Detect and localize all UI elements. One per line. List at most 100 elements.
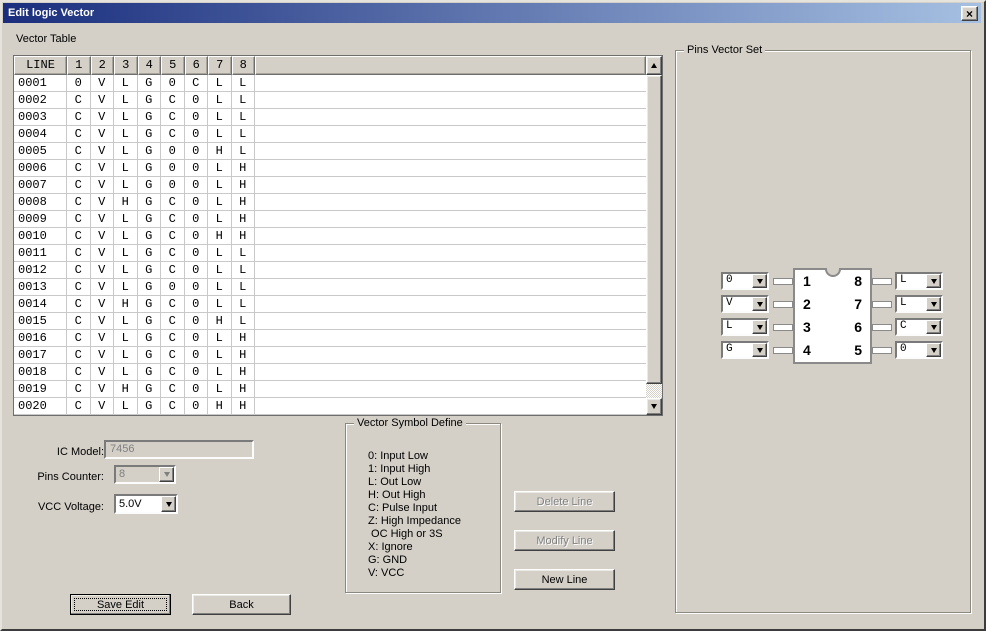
- line-number-cell: 0002: [14, 92, 67, 108]
- table-row[interactable]: 0011CVLGC0LL: [14, 245, 646, 262]
- arrow-up-icon: [651, 63, 657, 68]
- pins-counter-dropdown[interactable]: 8: [114, 465, 176, 484]
- column-header-2[interactable]: 2: [91, 56, 115, 75]
- vector-table-label: Vector Table: [16, 33, 76, 45]
- vector-cell: G: [138, 143, 162, 159]
- new-line-button[interactable]: New Line: [514, 569, 615, 590]
- table-row[interactable]: 00010VLG0CLL: [14, 75, 646, 92]
- dropdown-arrow-button[interactable]: [752, 297, 767, 311]
- line-number-cell: 0006: [14, 160, 67, 176]
- vector-cell: G: [138, 177, 162, 193]
- dropdown-arrow-button[interactable]: [752, 320, 767, 334]
- pin-value: L: [900, 274, 926, 288]
- table-row[interactable]: 0004CVLGC0LL: [14, 126, 646, 143]
- table-row[interactable]: 0014CVHGC0LL: [14, 296, 646, 313]
- dropdown-arrow-button[interactable]: [159, 467, 174, 482]
- save-edit-button[interactable]: Save Edit: [70, 594, 171, 615]
- scrollbar-thumb[interactable]: [646, 75, 662, 384]
- pin-number: 6: [854, 318, 862, 336]
- vector-cell: H: [232, 160, 256, 176]
- vector-cell: C: [161, 364, 185, 380]
- vector-cell: L: [114, 262, 138, 278]
- vector-cell: G: [138, 75, 162, 91]
- pin-8-dropdown[interactable]: L: [895, 272, 943, 290]
- vector-cell: L: [114, 177, 138, 193]
- vector-cell: H: [232, 398, 256, 414]
- pins-vector-set-group: Pins Vector Set 18273645 0LVLLCG0: [675, 50, 971, 613]
- dropdown-arrow-button[interactable]: [161, 496, 176, 512]
- table-row[interactable]: 0006CVLG00LH: [14, 160, 646, 177]
- row-filler: [255, 143, 646, 159]
- column-header-3[interactable]: 3: [114, 56, 138, 75]
- row-filler: [255, 296, 646, 312]
- vector-cell: H: [232, 228, 256, 244]
- table-row[interactable]: 0020CVLGC0HH: [14, 398, 646, 415]
- table-row[interactable]: 0005CVLG00HL: [14, 143, 646, 160]
- title-bar: Edit logic Vector ×: [3, 3, 981, 23]
- column-header-LINE[interactable]: LINE: [14, 56, 67, 75]
- table-row[interactable]: 0010CVLGC0HH: [14, 228, 646, 245]
- table-row[interactable]: 0003CVLGC0LL: [14, 109, 646, 126]
- dropdown-arrow-button[interactable]: [752, 343, 767, 357]
- table-row[interactable]: 0016CVLGC0LH: [14, 330, 646, 347]
- table-row[interactable]: 0007CVLG00LH: [14, 177, 646, 194]
- close-button[interactable]: ×: [961, 6, 978, 21]
- dropdown-arrow-button[interactable]: [926, 274, 941, 288]
- dropdown-arrow-button[interactable]: [926, 320, 941, 334]
- pin-number: 8: [854, 272, 862, 290]
- dropdown-arrow-button[interactable]: [926, 297, 941, 311]
- vcc-voltage-dropdown[interactable]: 5.0V: [114, 494, 178, 514]
- pin-3-dropdown[interactable]: L: [721, 318, 769, 336]
- scroll-down-button[interactable]: [646, 398, 662, 415]
- table-row[interactable]: 0012CVLGC0LL: [14, 262, 646, 279]
- column-header-7[interactable]: 7: [208, 56, 232, 75]
- column-header-1[interactable]: 1: [67, 56, 91, 75]
- table-row[interactable]: 0017CVLGC0LH: [14, 347, 646, 364]
- pin-value: 0: [900, 343, 926, 357]
- vector-cell: C: [67, 381, 91, 397]
- vector-cell: V: [91, 381, 115, 397]
- dropdown-arrow-button[interactable]: [926, 343, 941, 357]
- modify-line-button[interactable]: Modify Line: [514, 530, 615, 551]
- pin-5-dropdown[interactable]: 0: [895, 341, 943, 359]
- table-row[interactable]: 0018CVLGC0LH: [14, 364, 646, 381]
- row-filler: [255, 262, 646, 278]
- pin-value: L: [900, 297, 926, 311]
- pin-1-dropdown[interactable]: 0: [721, 272, 769, 290]
- ic-chip-diagram: 18273645: [793, 268, 872, 364]
- pin-stub: [872, 347, 892, 354]
- scroll-up-button[interactable]: [646, 56, 662, 75]
- table-row[interactable]: 0015CVLGC0HL: [14, 313, 646, 330]
- column-header-6[interactable]: 6: [185, 56, 209, 75]
- table-row[interactable]: 0019CVHGC0LH: [14, 381, 646, 398]
- column-header-8[interactable]: 8: [232, 56, 256, 75]
- pin-7-dropdown[interactable]: L: [895, 295, 943, 313]
- vector-cell: G: [138, 313, 162, 329]
- delete-line-button[interactable]: Delete Line: [514, 491, 615, 512]
- table-row[interactable]: 0008CVHGC0LH: [14, 194, 646, 211]
- vector-cell: C: [67, 160, 91, 176]
- pin-number: 5: [854, 341, 862, 359]
- pin-2-dropdown[interactable]: V: [721, 295, 769, 313]
- column-header-5[interactable]: 5: [161, 56, 185, 75]
- vector-cell: C: [161, 330, 185, 346]
- vertical-scrollbar[interactable]: [646, 56, 662, 415]
- table-row[interactable]: 0013CVLG00LL: [14, 279, 646, 296]
- pin-6-dropdown[interactable]: C: [895, 318, 943, 336]
- vector-cell: V: [91, 347, 115, 363]
- column-header-4[interactable]: 4: [138, 56, 162, 75]
- vector-cell: C: [67, 279, 91, 295]
- ic-model-input[interactable]: 7456: [104, 440, 254, 459]
- pin-value: 0: [726, 274, 752, 288]
- vector-cell: L: [114, 245, 138, 261]
- pin-number: 2: [803, 295, 811, 313]
- dropdown-arrow-button[interactable]: [752, 274, 767, 288]
- line-number-cell: 0015: [14, 313, 67, 329]
- line-number-cell: 0014: [14, 296, 67, 312]
- table-row[interactable]: 0002CVLGC0LL: [14, 92, 646, 109]
- back-button[interactable]: Back: [192, 594, 291, 615]
- table-row[interactable]: 0009CVLGC0LH: [14, 211, 646, 228]
- pin-4-dropdown[interactable]: G: [721, 341, 769, 359]
- vector-cell: 0: [185, 228, 209, 244]
- vector-cell: C: [67, 313, 91, 329]
